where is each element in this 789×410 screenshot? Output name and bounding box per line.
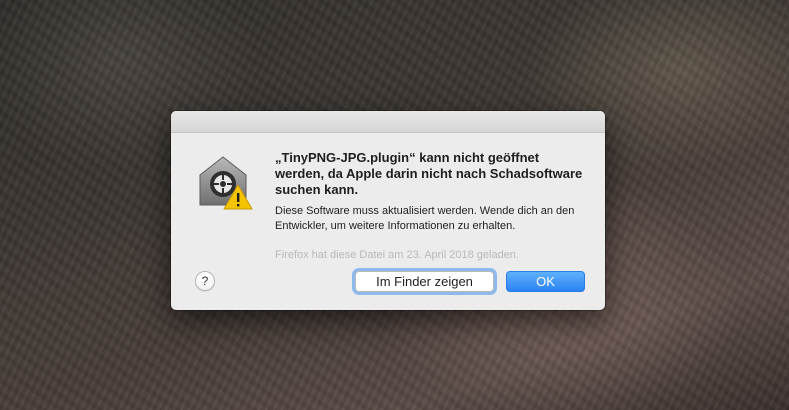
dialog-message: Diese Software muss aktualisiert werden.… bbox=[275, 205, 575, 232]
show-in-finder-button[interactable]: Im Finder zeigen bbox=[355, 271, 494, 292]
alert-dialog: „TinyPNG-JPG.plugin“ kann nicht geöffnet… bbox=[171, 111, 605, 310]
gatekeeper-warning-icon bbox=[196, 153, 256, 213]
dialog-titlebar bbox=[171, 111, 605, 133]
ok-button[interactable]: OK bbox=[506, 271, 585, 292]
dialog-heading: „TinyPNG-JPG.plugin“ kann nicht geöffnet… bbox=[275, 150, 583, 197]
help-button[interactable]: ? bbox=[195, 271, 215, 291]
download-origin-note: Firefox hat diese Datei am 23. April 201… bbox=[275, 249, 519, 261]
